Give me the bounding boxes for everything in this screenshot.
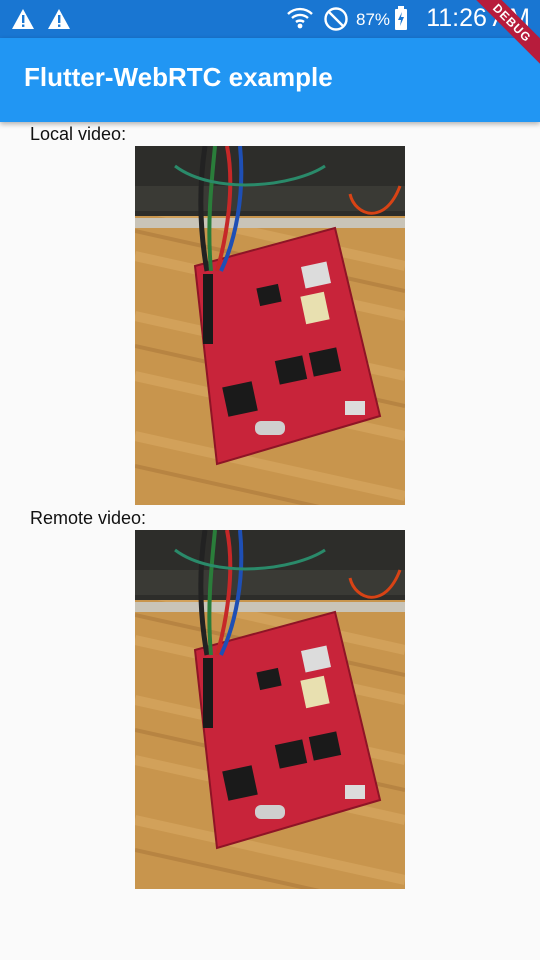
remote-video-label: Remote video: <box>30 508 147 528</box>
remote-video-frame <box>135 530 405 889</box>
local-video-frame <box>135 146 405 505</box>
local-video-label: Local video: <box>30 124 127 144</box>
remote-video-view <box>135 530 405 889</box>
battery-icon <box>395 6 407 30</box>
app-bar-title: Flutter-WebRTC example <box>24 62 333 92</box>
warning-icon <box>12 9 34 29</box>
local-video-view <box>135 146 405 505</box>
status-bar: 87% 11:26 AM <box>0 0 540 38</box>
do-not-disturb-icon <box>324 7 348 31</box>
app-bar: Flutter-WebRTC example <box>0 38 540 122</box>
wifi-icon <box>287 7 313 29</box>
warning-icon <box>48 9 70 29</box>
battery-percent: 87% <box>356 10 391 29</box>
